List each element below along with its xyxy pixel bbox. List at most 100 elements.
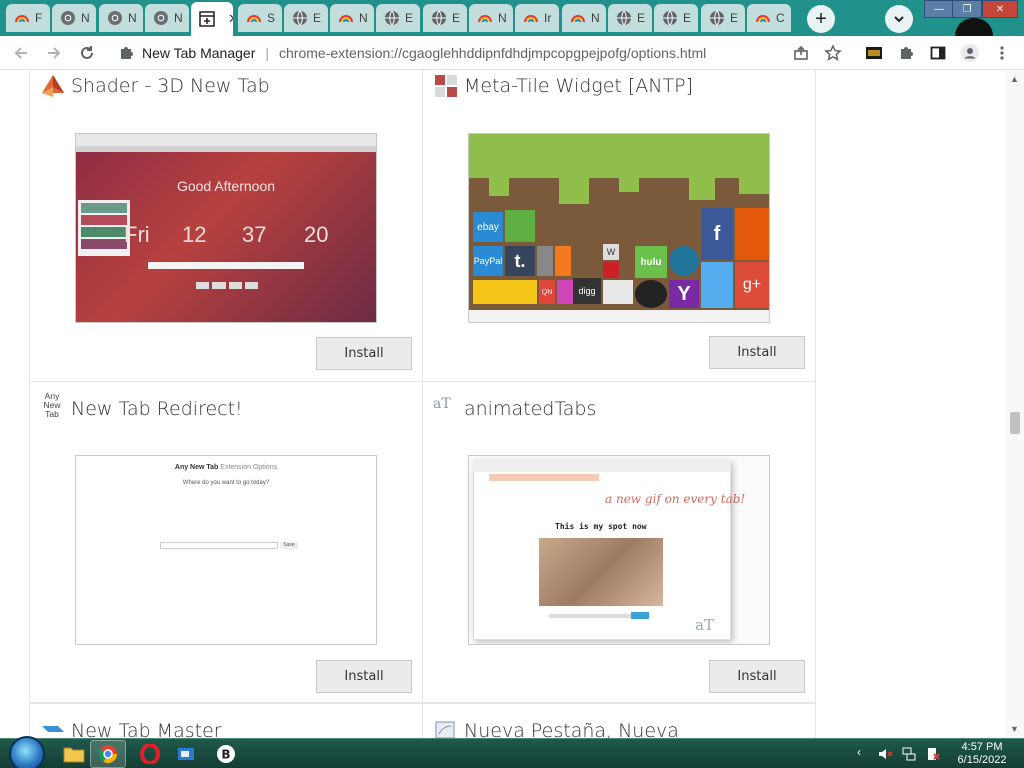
tab-close-button[interactable]: ✕ [228, 11, 233, 27]
back-button[interactable] [8, 40, 34, 66]
globe-icon [384, 10, 400, 26]
card-title: animatedTabs [464, 398, 597, 420]
install-button[interactable]: Install [316, 337, 412, 370]
browser-tab[interactable]: S [238, 4, 282, 32]
browser-tab[interactable]: E [701, 4, 745, 32]
browser-tab[interactable]: E [608, 4, 652, 32]
browser-tab[interactable]: N [145, 4, 189, 32]
rainbow-icon [246, 10, 262, 26]
side-panel-icon [930, 46, 946, 60]
rainbow-icon [338, 10, 354, 26]
card-title: Nueva Pestaña, Nueva [464, 720, 679, 738]
windows-taskbar: B ‹ 4:57 PM 6/15/2022 [0, 736, 1024, 768]
bitwarden-icon: B [217, 745, 235, 763]
tab-label: E [683, 11, 692, 25]
extension-button[interactable] [862, 41, 886, 65]
browser-tab[interactable]: N [562, 4, 606, 32]
maximize-window-button[interactable]: ❐ [952, 0, 982, 18]
browser-tab[interactable]: N [52, 4, 96, 32]
tab-label: N [359, 11, 368, 25]
preview-icons [196, 282, 258, 289]
network-icon[interactable] [901, 746, 917, 762]
preview-hours: 12 [182, 222, 207, 247]
browser-toolbar: New Tab Manager | chrome-extension://cga… [0, 36, 1024, 70]
extensions-menu-button[interactable] [894, 41, 918, 65]
browser-tab[interactable]: E [376, 4, 420, 32]
card-title: Shader - 3D New Tab [71, 75, 270, 97]
browser-tab[interactable]: N [469, 4, 513, 32]
nueva-pestana-icon [435, 721, 455, 738]
preview-search-box [148, 262, 304, 269]
card-title: New Tab Redirect! [71, 398, 243, 420]
side-panel-button[interactable] [926, 41, 950, 65]
tab-label: E [637, 11, 646, 25]
extension-card-new-tab-redirect: Any New Tab New Tab Redirect! Any New Ta… [29, 381, 423, 703]
rainbow-icon [477, 10, 493, 26]
screenshot-preview: a new gif on every tab! This is my spot … [468, 455, 770, 645]
extension-card-animated-tabs: aT animatedTabs a new gif on every tab! … [422, 381, 816, 703]
browser-tab[interactable]: E [284, 4, 328, 32]
install-button[interactable]: Install [709, 660, 805, 693]
tab-label: N [81, 11, 90, 25]
minimize-window-button[interactable]: — [924, 0, 954, 18]
address-bar[interactable]: New Tab Manager | chrome-extension://cga… [110, 40, 856, 66]
tab-label: N [498, 11, 507, 25]
vertical-scrollbar[interactable]: ▲ ▼ [1006, 70, 1024, 738]
browser-tab[interactable]: E [423, 4, 467, 32]
tab-label: N [128, 11, 137, 25]
forward-button[interactable] [41, 40, 67, 66]
browser-tab[interactable]: Ir [515, 4, 559, 32]
volume-muted-icon[interactable] [877, 746, 893, 762]
arrow-right-icon [48, 47, 61, 59]
start-button[interactable] [9, 736, 45, 768]
tab-label: N [174, 11, 183, 25]
taskbar-chrome[interactable] [90, 740, 126, 768]
preview-day: Fri [124, 222, 150, 247]
browser-tab[interactable]: N [99, 4, 143, 32]
new-tab-button[interactable]: + [807, 5, 835, 33]
taskbar-file-explorer[interactable] [56, 740, 92, 768]
meta-tile-icon [435, 75, 457, 97]
chrome-menu-button[interactable] [990, 41, 1014, 65]
share-icon [794, 45, 808, 60]
tab-label: N [591, 11, 600, 25]
tab-label: E [405, 11, 414, 25]
browser-tab[interactable]: E [654, 4, 698, 32]
browser-tab[interactable]: F [6, 4, 50, 32]
tab-label: E [452, 11, 461, 25]
scroll-up-arrow[interactable]: ▲ [1010, 74, 1019, 84]
browser-tab[interactable]: C [747, 4, 791, 32]
screenshot-preview: Any New Tab Extension Options Where do y… [75, 455, 377, 645]
scroll-down-arrow[interactable]: ▼ [1010, 724, 1019, 734]
chrome-icon [98, 745, 117, 764]
options-page: Shader - 3D New Tab Good Afternoon Fri 1… [0, 70, 1024, 738]
taskbar-bitwarden[interactable]: B [208, 740, 244, 768]
extension-card-new-tab-master: New Tab Master [29, 703, 423, 738]
share-button[interactable] [789, 41, 813, 65]
scroll-thumb[interactable] [1010, 412, 1020, 434]
taskbar-app[interactable] [168, 740, 204, 768]
folder-icon [63, 747, 85, 763]
browser-tab[interactable]: ✕ [191, 2, 233, 36]
star-icon [824, 44, 842, 61]
profile-button[interactable] [958, 41, 982, 65]
tab-strip: F N N N ✕ S E N E E N Ir N E E E C [0, 0, 1024, 36]
taskbar-opera[interactable] [132, 740, 168, 768]
install-button[interactable]: Install [709, 336, 805, 369]
close-window-button[interactable]: ✕ [982, 0, 1018, 18]
action-center-icon[interactable] [925, 746, 941, 762]
browser-tab[interactable]: N [330, 4, 374, 32]
globe-icon [431, 10, 447, 26]
extension-card-meta-tile: Meta-Tile Widget [ANTP] ebay PayPal t. Q… [422, 70, 816, 382]
install-button[interactable]: Install [316, 660, 412, 693]
card-title: Meta-Tile Widget [ANTP] [464, 75, 693, 97]
reload-button[interactable] [74, 40, 100, 66]
rainbow-icon [523, 10, 539, 26]
bookmark-button[interactable] [821, 41, 845, 65]
show-hidden-icons[interactable]: ‹ [857, 745, 861, 759]
arrow-left-icon [14, 47, 27, 59]
svg-text:B: B [221, 748, 230, 762]
tab-label: E [730, 11, 739, 25]
system-clock[interactable]: 4:57 PM 6/15/2022 [952, 741, 1012, 767]
tab-search-button[interactable] [885, 5, 913, 33]
